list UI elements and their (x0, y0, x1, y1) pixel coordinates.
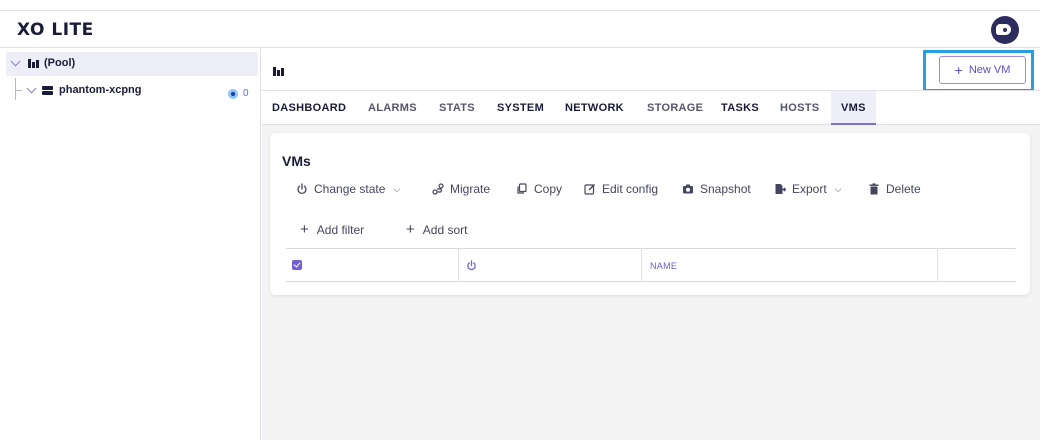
power-icon (297, 183, 307, 195)
edit-icon (584, 184, 595, 195)
new-vm-label: New VM (968, 64, 1011, 76)
tab-dashboard[interactable]: DASHBOARD (272, 91, 346, 125)
migrate-label: Migrate (450, 182, 491, 196)
pool-icon (28, 59, 39, 68)
tab-system[interactable]: SYSTEM (497, 91, 544, 125)
panel-title: VMs (282, 153, 311, 169)
tree-connector (16, 90, 22, 91)
content-area: VMs Change state ⌵ Migrate Copy Edit con… (262, 125, 1040, 440)
copy-button[interactable]: Copy (516, 180, 562, 198)
copy-icon (517, 183, 527, 194)
trash-icon (869, 183, 879, 195)
edit-config-label: Edit config (602, 182, 659, 196)
tab-hosts[interactable]: HOSTS (780, 91, 819, 125)
tab-bar: DASHBOARD ALARMS STATS SYSTEM NETWORK ST… (262, 90, 1040, 125)
snapshot-button[interactable]: Snapshot (682, 180, 751, 198)
plus-icon: + (954, 62, 963, 78)
host-icon (42, 86, 53, 95)
column-divider (937, 249, 938, 282)
running-vms-icon (228, 89, 238, 99)
user-avatar-icon[interactable] (991, 16, 1019, 44)
change-state-label: Change state (314, 182, 386, 196)
power-icon[interactable] (466, 260, 477, 271)
sidebar: (Pool) phantom-xcpng 0 (0, 48, 261, 440)
column-header-name[interactable]: NAME (650, 261, 677, 271)
vms-table-header: NAME (286, 248, 1016, 282)
tab-stats[interactable]: STATS (439, 91, 475, 125)
pool-icon (273, 67, 284, 76)
copy-label: Copy (534, 182, 563, 196)
running-vms-count: 0 (243, 88, 249, 99)
add-sort-button[interactable]: + Add sort (406, 222, 467, 237)
chevron-down-icon[interactable] (26, 83, 37, 94)
chevron-down-icon: ⌵ (393, 183, 401, 194)
delete-button[interactable]: Delete (868, 180, 921, 198)
chevron-down-icon[interactable] (10, 56, 21, 67)
vms-panel: VMs Change state ⌵ Migrate Copy Edit con… (270, 133, 1030, 295)
edit-config-button[interactable]: Edit config (584, 180, 658, 198)
plus-icon: + (406, 221, 415, 238)
column-divider (458, 249, 459, 282)
tab-tasks[interactable]: TASKS (721, 91, 759, 125)
migrate-button[interactable]: Migrate (432, 180, 490, 198)
plus-icon: + (300, 221, 309, 238)
add-sort-label: Add sort (422, 222, 468, 237)
select-all-checkbox[interactable] (292, 260, 302, 270)
tab-vms[interactable]: VMS (831, 91, 876, 125)
export-label: Export (792, 182, 827, 196)
change-state-button[interactable]: Change state ⌵ (296, 180, 400, 198)
pool-label: (Pool) (44, 57, 76, 69)
add-filter-button[interactable]: + Add filter (300, 222, 364, 237)
top-bar: XO LITE (0, 10, 1040, 48)
export-button[interactable]: Export ⌵ (774, 180, 842, 198)
snapshot-label: Snapshot (700, 182, 751, 196)
new-vm-button[interactable]: + New VM (939, 56, 1026, 84)
delete-label: Delete (886, 182, 921, 196)
migrate-icon (432, 183, 444, 195)
host-label: phantom-xcpng (59, 84, 142, 96)
app-logo[interactable]: XO LITE (17, 20, 94, 40)
column-divider (641, 249, 642, 282)
add-filter-label: Add filter (316, 222, 365, 237)
export-icon (775, 184, 786, 194)
main-header: + New VM (262, 48, 1040, 92)
tab-network[interactable]: NETWORK (565, 91, 624, 125)
tree-connector (15, 78, 16, 100)
tree-item-pool[interactable]: (Pool) (6, 52, 258, 76)
tab-storage[interactable]: STORAGE (647, 91, 703, 125)
chevron-down-icon: ⌵ (834, 183, 842, 194)
camera-icon (683, 184, 693, 194)
tab-alarms[interactable]: ALARMS (368, 91, 417, 125)
